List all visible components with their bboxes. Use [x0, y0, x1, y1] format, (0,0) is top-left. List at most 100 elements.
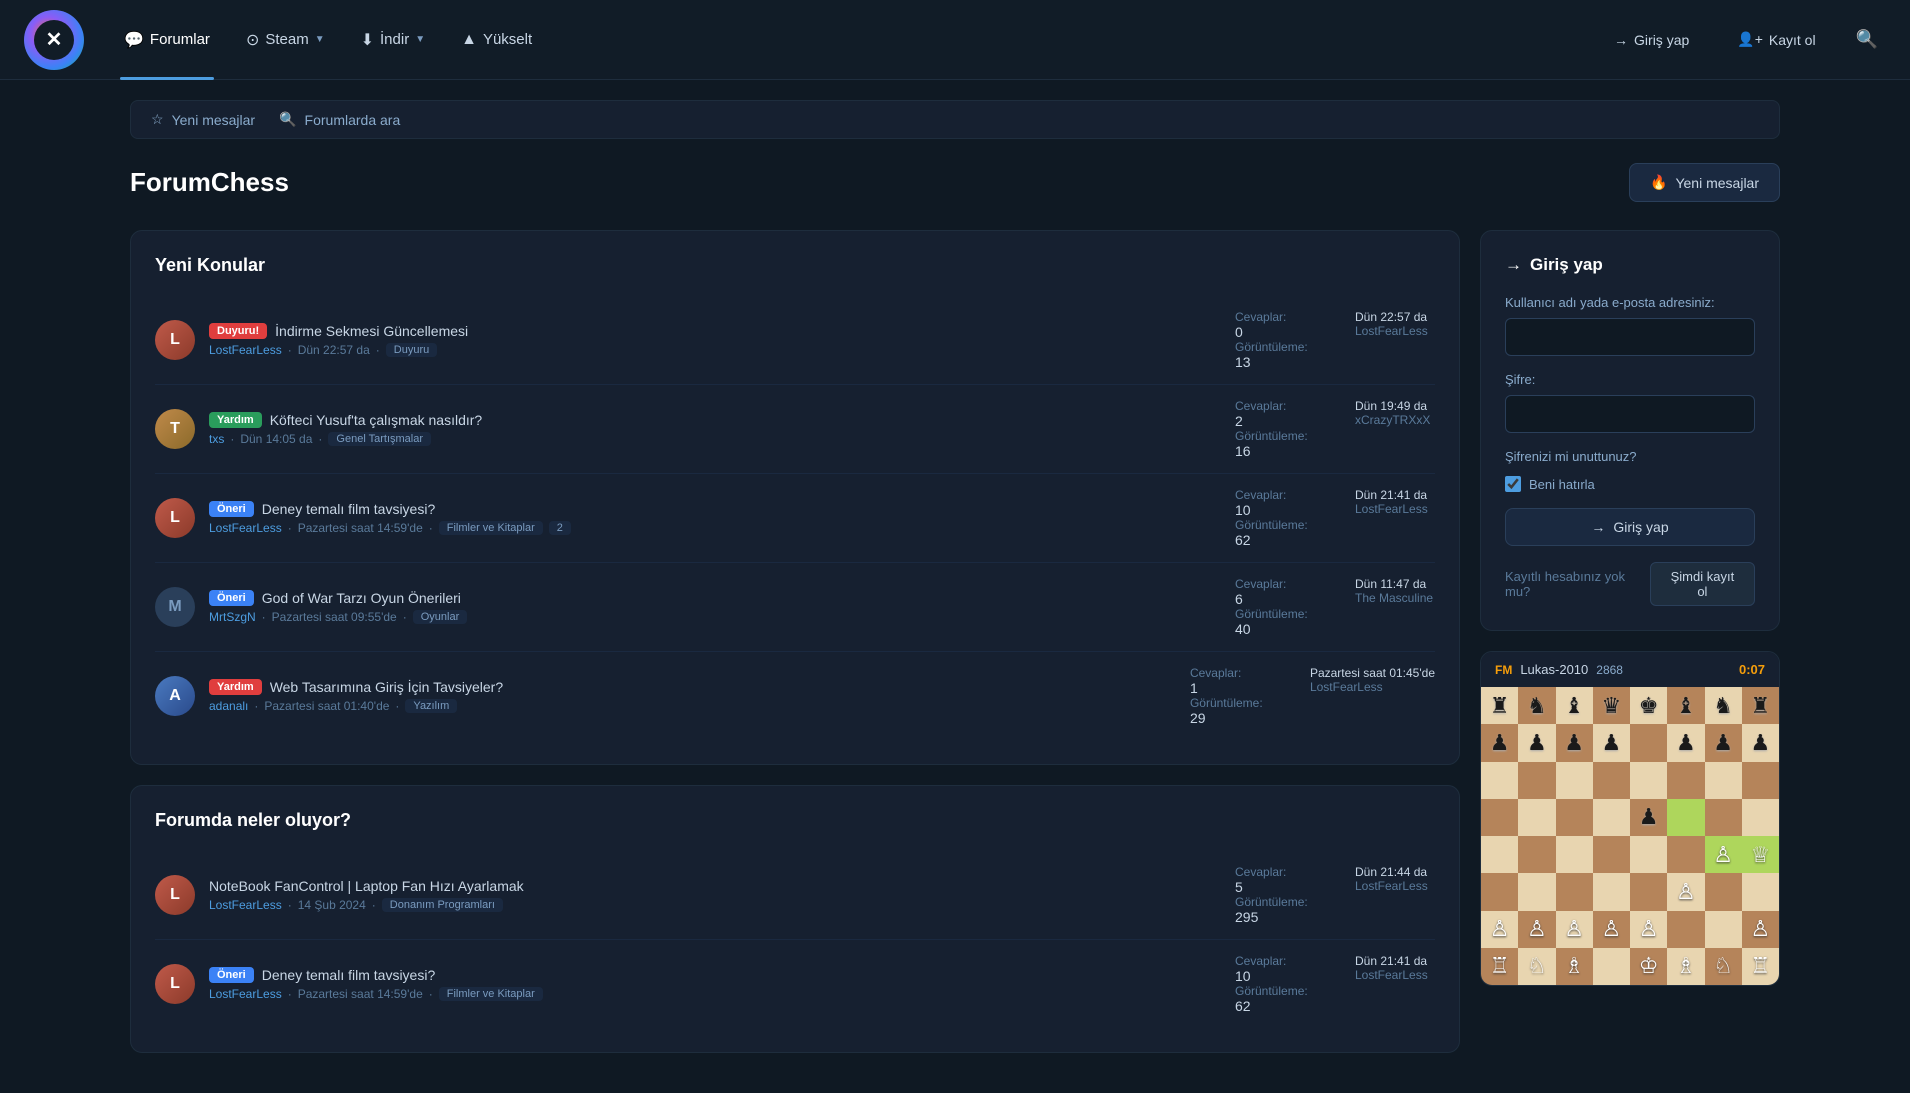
views-value: 295 [1235, 909, 1315, 925]
register-now-button[interactable]: Şimdi kayıt ol [1650, 562, 1755, 606]
chess-cell: ♝ [1667, 687, 1704, 724]
chess-cell [1742, 799, 1779, 836]
category-tag[interactable]: Filmler ve Kitaplar [439, 521, 543, 535]
star-icon: ☆ [151, 111, 164, 128]
nav-item-steam[interactable]: ⊙ Steam ▼ [230, 22, 341, 58]
password-input[interactable] [1505, 395, 1755, 433]
new-message-btn-label: Yeni mesajlar [1675, 175, 1759, 191]
topic-item[interactable]: T Yardım Köfteci Yusuf'ta çalışmak nasıl… [155, 385, 1435, 474]
search-bar-icon: 🔍 [279, 111, 296, 128]
topic-item[interactable]: L NoteBook FanControl | Laptop Fan Hızı … [155, 851, 1435, 940]
topic-item[interactable]: A Yardım Web Tasarımına Giriş İçin Tavsi… [155, 652, 1435, 740]
chess-cell [1481, 836, 1518, 873]
views-label: Görüntüleme: [1235, 895, 1315, 909]
topic-stats: Cevaplar: 0 Görüntüleme: 13 Dün 22:57 da… [1235, 310, 1435, 370]
topic-title[interactable]: Web Tasarımına Giriş İçin Tavsiyeler? [270, 679, 503, 695]
topic-item[interactable]: L Öneri Deney temalı film tavsiyesi? Los… [155, 940, 1435, 1028]
indir-icon: ⬇ [361, 30, 374, 50]
nav-item-yukselt[interactable]: ▲ Yükselt [445, 23, 548, 57]
topic-author: txs [209, 432, 224, 446]
chess-cell [1518, 799, 1555, 836]
chess-cell [1556, 836, 1593, 873]
password-label: Şifre: [1505, 372, 1755, 387]
new-message-button[interactable]: 🔥 Yeni mesajlar [1629, 163, 1780, 202]
forum-search-bar-item[interactable]: 🔍 Forumlarda ara [279, 111, 400, 128]
chess-header: FM Lukas-2010 2868 0:07 [1481, 652, 1779, 687]
chess-rank: FM [1495, 663, 1512, 677]
chess-cell: ♟ [1667, 724, 1704, 761]
topic-title[interactable]: God of War Tarzı Oyun Önerileri [262, 590, 461, 606]
remember-checkbox[interactable] [1505, 476, 1521, 492]
new-messages-bar-item[interactable]: ☆ Yeni mesajlar [151, 111, 255, 128]
topic-title[interactable]: Deney temalı film tavsiyesi? [262, 967, 436, 983]
chess-cell [1667, 762, 1704, 799]
left-column: Yeni Konular L Duyuru! İndirme Sekmesi G… [130, 230, 1460, 1073]
topic-title[interactable]: NoteBook FanControl | Laptop Fan Hızı Ay… [209, 878, 524, 894]
replies-value: 10 [1235, 502, 1315, 518]
register-label: Kayıt ol [1769, 32, 1816, 48]
chess-cell: ♟ [1593, 724, 1630, 761]
chess-cell: ♗ [1667, 948, 1704, 985]
topic-stats: Cevaplar: 5 Görüntüleme: 295 Dün 21:44 d… [1235, 865, 1435, 925]
category-tag[interactable]: Duyuru [386, 343, 437, 357]
topic-info: NoteBook FanControl | Laptop Fan Hızı Ay… [209, 878, 1221, 912]
topic-title[interactable]: Deney temalı film tavsiyesi? [262, 501, 436, 517]
badge: Duyuru! [209, 323, 267, 339]
category-tag[interactable]: Genel Tartışmalar [328, 432, 431, 446]
content: ☆ Yeni mesajlar 🔍 Forumlarda ara ForumCh… [0, 80, 1910, 1093]
topic-item[interactable]: L Duyuru! İndirme Sekmesi Güncellemesi L… [155, 296, 1435, 385]
search-icon[interactable]: 🔍 [1848, 21, 1886, 58]
topic-author: LostFearLess [209, 521, 282, 535]
login-submit-label: Giriş yap [1613, 519, 1668, 535]
category-tag[interactable]: Oyunlar [413, 610, 468, 624]
chess-cell [1481, 799, 1518, 836]
search-bar: ☆ Yeni mesajlar 🔍 Forumlarda ara [130, 100, 1780, 139]
login-submit-button[interactable]: → Giriş yap [1505, 508, 1755, 546]
chess-cell [1481, 762, 1518, 799]
chess-cell: ♙ [1742, 911, 1779, 948]
chess-cell [1705, 799, 1742, 836]
chess-cell [1593, 799, 1630, 836]
views-value: 13 [1235, 354, 1315, 370]
chess-cell [1630, 724, 1667, 761]
nav-item-forumlar[interactable]: 💬 Forumlar [108, 22, 226, 58]
username-label: Kullanıcı adı yada e-posta adresiniz: [1505, 295, 1755, 310]
replies-value: 6 [1235, 591, 1315, 607]
replies-label: Cevaplar: [1235, 954, 1315, 968]
category-tag[interactable]: Filmler ve Kitaplar [439, 987, 543, 1001]
topic-title-row: Öneri Deney temalı film tavsiyesi? [209, 501, 1221, 517]
category-tag[interactable]: Yazılım [405, 699, 457, 713]
last-user: LostFearLess [1355, 879, 1435, 893]
badge: Yardım [209, 412, 262, 428]
views-label: Görüntüleme: [1235, 340, 1315, 354]
logo[interactable]: ✕ [24, 10, 84, 70]
chess-player: FM Lukas-2010 2868 [1495, 662, 1623, 677]
chess-cell [1593, 948, 1630, 985]
chess-board: ♜♞♝♛♚♝♞♜♟♟♟♟♟♟♟♟♙♕♙♙♙♙♙♙♙♖♘♗♔♗♘♖ [1481, 687, 1779, 985]
chess-cell: ♙ [1481, 911, 1518, 948]
replies-label: Cevaplar: [1190, 666, 1270, 680]
topic-info: Öneri Deney temalı film tavsiyesi? LostF… [209, 967, 1221, 1001]
category-tag[interactable]: Donanım Programları [382, 898, 503, 912]
register-button[interactable]: 👤+ Kayıt ol [1721, 23, 1831, 56]
forgot-password-link[interactable]: Şifrenizi mi unuttunuz? [1505, 449, 1755, 464]
last-user: xCrazyTRXxX [1355, 413, 1435, 427]
chess-cell [1593, 762, 1630, 799]
login-button[interactable]: → Giriş yap [1598, 24, 1705, 56]
avatar: L [155, 964, 195, 1004]
chess-rating: 2868 [1596, 663, 1623, 677]
last-date: Dün 22:57 da [1355, 310, 1435, 324]
chess-cell [1556, 873, 1593, 910]
topic-title[interactable]: Köfteci Yusuf'ta çalışmak nasıldır? [270, 412, 483, 428]
nav-item-indir[interactable]: ⬇ İndir ▼ [345, 22, 442, 58]
replies-stat: Cevaplar: 6 Görüntüleme: 40 [1235, 577, 1315, 637]
username-input[interactable] [1505, 318, 1755, 356]
topic-item[interactable]: M Öneri God of War Tarzı Oyun Önerileri … [155, 563, 1435, 652]
last-user: The Masculine [1355, 591, 1435, 605]
topic-meta: LostFearLess · 14 Şub 2024 · Donanım Pro… [209, 898, 1221, 912]
views-value: 16 [1235, 443, 1315, 459]
nav-right: → Giriş yap 👤+ Kayıt ol 🔍 [1598, 21, 1886, 58]
topic-item[interactable]: L Öneri Deney temalı film tavsiyesi? Los… [155, 474, 1435, 563]
topic-title[interactable]: İndirme Sekmesi Güncellemesi [275, 323, 468, 339]
chess-cell: ♟ [1556, 724, 1593, 761]
